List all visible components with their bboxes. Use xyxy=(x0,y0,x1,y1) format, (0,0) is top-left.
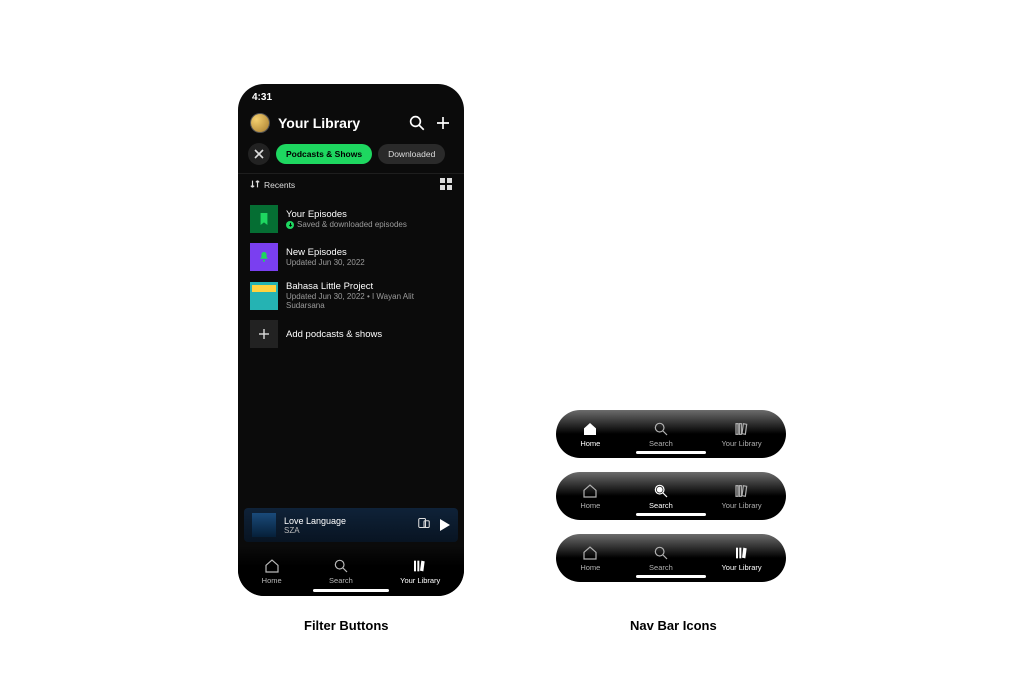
item-subtitle: Updated Jun 30, 2022 • I Wayan Alit Suda… xyxy=(286,292,452,310)
bookmark-icon xyxy=(250,205,278,233)
home-indicator xyxy=(636,513,706,516)
tab-library[interactable]: Your Library xyxy=(721,421,761,448)
tabbar-search-active: Home Search Your Library xyxy=(556,472,786,520)
tab-search[interactable]: Search xyxy=(649,421,673,448)
avatar[interactable] xyxy=(250,113,270,133)
phone-library-screen: 4:31 Your Library Podcasts & Shows Down xyxy=(238,84,464,596)
tab-label: Your Library xyxy=(400,576,440,585)
bell-icon xyxy=(250,243,278,271)
now-playing-title: Love Language xyxy=(284,516,346,526)
tab-home[interactable]: Home xyxy=(580,421,600,448)
add-label: Add podcasts & shows xyxy=(286,329,382,340)
tab-search[interactable]: Search xyxy=(329,558,353,585)
item-title: New Episodes xyxy=(286,247,365,258)
caption-filter-buttons: Filter Buttons xyxy=(304,618,389,633)
sort-label[interactable]: Recents xyxy=(264,180,295,190)
list-item[interactable]: Bahasa Little Project Updated Jun 30, 20… xyxy=(250,276,452,315)
tab-bar: Home Search Your Library xyxy=(238,546,464,596)
tab-label: Home xyxy=(580,501,600,510)
now-playing-bar[interactable]: Love Language SZA xyxy=(244,508,458,542)
tab-label: Your Library xyxy=(721,439,761,448)
item-subtitle: Updated Jun 30, 2022 xyxy=(286,258,365,267)
item-title: Your Episodes xyxy=(286,209,407,220)
clear-filters-button[interactable] xyxy=(248,143,270,165)
home-indicator xyxy=(636,575,706,578)
tab-library[interactable]: Your Library xyxy=(400,558,440,585)
chip-podcasts-shows[interactable]: Podcasts & Shows xyxy=(276,144,372,164)
tabbar-library-active: Home Search Your Library xyxy=(556,534,786,582)
tabbar-variants: Home Search Your Library Home Search xyxy=(556,410,786,582)
home-indicator xyxy=(313,589,389,592)
podcast-artwork xyxy=(250,282,278,310)
plus-icon xyxy=(250,320,278,348)
tabbar-home-active: Home Search Your Library xyxy=(556,410,786,458)
library-list: Your Episodes Saved & downloaded episode… xyxy=(238,196,464,357)
now-playing-artwork xyxy=(252,513,276,537)
grid-view-icon[interactable] xyxy=(440,178,452,192)
home-indicator xyxy=(636,451,706,454)
tab-label: Home xyxy=(580,563,600,572)
sort-row: Recents xyxy=(238,173,464,196)
tab-home[interactable]: Home xyxy=(580,545,600,572)
library-header: Your Library xyxy=(238,105,464,137)
chip-downloaded[interactable]: Downloaded xyxy=(378,144,445,164)
tab-label: Search xyxy=(649,563,673,572)
plus-icon[interactable] xyxy=(434,114,452,132)
search-icon[interactable] xyxy=(408,114,426,132)
saved-icon xyxy=(286,221,294,229)
tab-label: Search xyxy=(649,501,673,510)
tab-label: Home xyxy=(580,439,600,448)
item-title: Bahasa Little Project xyxy=(286,281,452,292)
caption-navbar-icons: Nav Bar Icons xyxy=(630,618,717,633)
status-bar: 4:31 xyxy=(238,84,464,105)
cast-icon[interactable] xyxy=(418,516,430,534)
tab-label: Home xyxy=(262,576,282,585)
now-playing-artist: SZA xyxy=(284,526,346,535)
tab-label: Your Library xyxy=(721,563,761,572)
tab-search[interactable]: Search xyxy=(649,545,673,572)
add-podcasts-button[interactable]: Add podcasts & shows xyxy=(250,315,452,353)
tab-label: Search xyxy=(649,439,673,448)
filter-chip-row: Podcasts & Shows Downloaded xyxy=(238,137,464,173)
status-time: 4:31 xyxy=(252,92,272,103)
tab-library[interactable]: Your Library xyxy=(721,483,761,510)
item-subtitle: Saved & downloaded episodes xyxy=(297,220,407,229)
list-item[interactable]: Your Episodes Saved & downloaded episode… xyxy=(250,200,452,238)
tab-label: Search xyxy=(329,576,353,585)
play-icon[interactable] xyxy=(440,519,450,531)
tab-home[interactable]: Home xyxy=(580,483,600,510)
tab-search[interactable]: Search xyxy=(649,483,673,510)
tab-home[interactable]: Home xyxy=(262,558,282,585)
page-title: Your Library xyxy=(278,115,400,131)
sort-icon[interactable] xyxy=(250,179,260,191)
tab-label: Your Library xyxy=(721,501,761,510)
list-item[interactable]: New Episodes Updated Jun 30, 2022 xyxy=(250,238,452,276)
tab-library[interactable]: Your Library xyxy=(721,545,761,572)
